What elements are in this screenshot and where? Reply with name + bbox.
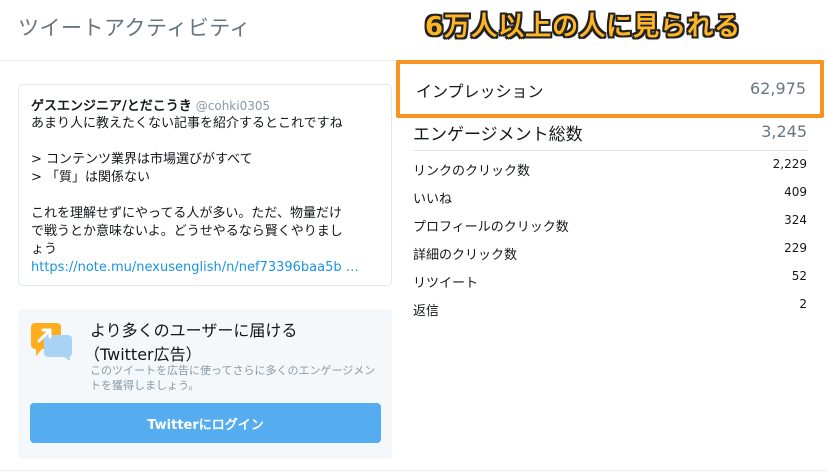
tweet-line: [31, 187, 381, 205]
metric-label-detail-clicks: 詳細のクリック数: [413, 248, 518, 263]
tweet-card[interactable]: ゲスエンジニア/とだこうき @cohki0305 あまり人に教えたくない記事を紹介…: [18, 84, 392, 286]
promote-panel: より多くのユーザーに届ける （Twitter広告） このツイートを広告に使ってさ…: [18, 309, 392, 459]
tweet-line: > 「質」は関係ない: [31, 170, 151, 185]
impressions-label: インプレッション: [416, 82, 544, 101]
bottom-divider: [0, 470, 827, 471]
metric-label-profile-clicks: プロフィールのクリック数: [413, 220, 569, 235]
twitter-login-button[interactable]: Twitterにログイン: [30, 403, 381, 443]
metric-label-retweets: リツイート: [413, 276, 479, 291]
promote-title-sub: （Twitter広告）: [84, 345, 202, 364]
tweet-line: これを理解せずにやってる人が多い。ただ、物量だけ: [31, 206, 342, 221]
metric-label-replies: 返信: [413, 304, 440, 319]
impressions-value: 62,975: [750, 79, 806, 98]
tweet-line: あまり人に教えたくない記事を紹介するとこれですね: [31, 116, 343, 131]
promote-title: より多くのユーザーに届ける: [90, 321, 298, 340]
engagements-value: 3,245: [761, 122, 807, 141]
engagements-label: エンゲージメント総数: [413, 125, 583, 145]
tweet-line: > コンテンツ業界は市場選びがすべて: [31, 152, 253, 167]
metric-label-link-clicks: リンクのクリック数: [413, 164, 531, 179]
metric-value-link-clicks: 2,229: [772, 157, 807, 171]
annotation-caption: 6万人以上の人に見られる: [425, 12, 742, 42]
metric-value-profile-clicks: 324: [784, 213, 807, 227]
tweet-line: [31, 133, 381, 151]
tweet-text: あまり人に教えたくない記事を紹介するとこれですね > コンテンツ業界は市場選びが…: [31, 115, 381, 277]
metric-value-replies: 2: [799, 297, 807, 311]
promote-description: このツイートを広告に使ってさらに多くのエンゲージメントを獲得しましょう。: [90, 364, 376, 392]
author-name[interactable]: ゲスエンジニア/とだこうき: [31, 99, 192, 114]
tweet-link[interactable]: https://note.mu/nexusenglish/n/nef73396b…: [31, 260, 359, 275]
metrics-divider: [413, 150, 808, 151]
metric-value-detail-clicks: 229: [784, 241, 807, 255]
metric-value-likes: 409: [784, 185, 807, 199]
page-title: ツイートアクティビティ: [18, 16, 251, 40]
tweet-line: ょう: [31, 242, 58, 257]
author-handle[interactable]: @cohki0305: [196, 99, 270, 113]
metric-label-likes: いいね: [413, 192, 453, 207]
tweet-line: で戦うとか意味ないよ。どうせやるなら賢くやりまし: [31, 224, 343, 239]
tweet-author[interactable]: ゲスエンジニア/とだこうき @cohki0305: [31, 95, 270, 114]
impressions-highlight: インプレッション 62,975: [396, 60, 824, 118]
promote-icon: [31, 323, 72, 361]
metric-value-retweets: 52: [791, 269, 807, 283]
